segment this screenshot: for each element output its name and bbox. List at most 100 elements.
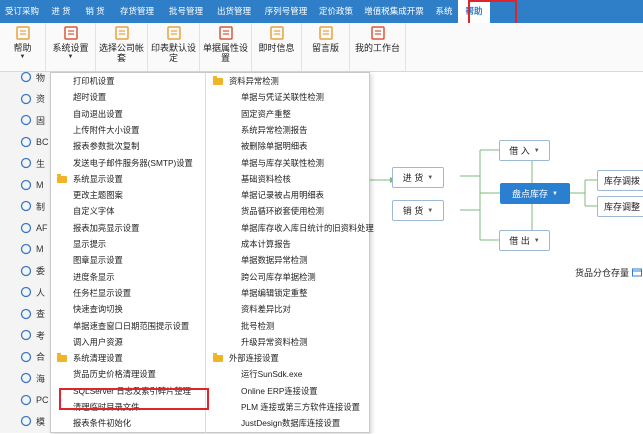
goods-storage-box[interactable]: 货品分仓存量 <box>571 262 643 283</box>
menu-item[interactable]: PLM 连接或第三方软件连接设置 <box>241 401 360 414</box>
menu-item[interactable]: 单据与凭证关联性检测 <box>241 91 324 104</box>
sidebar-item-label: M <box>36 179 44 190</box>
menu-item[interactable]: 快速查询切换 <box>73 303 123 316</box>
menu-item[interactable]: 任务栏显示设置 <box>73 287 131 300</box>
menu-item[interactable]: 成本计算报告 <box>241 238 291 251</box>
menu-item[interactable]: 报表加亮显示设置 <box>73 222 139 235</box>
toolbar-button-label: 印表默认设定 <box>150 43 196 63</box>
menu-item[interactable]: 图章显示设置 <box>73 254 123 267</box>
sidebar-item-13[interactable]: 合 <box>0 346 50 368</box>
toolbar-button-1[interactable]: 系统设置 ▼ <box>46 23 96 71</box>
toolbar-button-3[interactable]: 印表默认设定 <box>148 23 200 71</box>
sidebar-item-10[interactable]: 人 <box>0 281 50 303</box>
toolbar-button-7[interactable]: 我的工作台 <box>350 23 406 71</box>
sidebar-item-6[interactable]: 制 <box>0 195 50 217</box>
menu-item-label: 单据记录被占用明细表 <box>241 190 324 201</box>
sidebar-item-2[interactable]: 固 <box>0 109 50 131</box>
menu-item[interactable]: 显示提示 <box>73 238 106 251</box>
menu-item[interactable]: 跨公司库存单据检测 <box>241 271 316 284</box>
purchase-box[interactable]: 进 货 ▼ <box>392 167 444 188</box>
menu-item[interactable]: 单据库存收入库日统计的旧资料处理 <box>241 222 374 235</box>
sale-label: 销 货 <box>402 206 424 216</box>
toolbar-button-0[interactable]: 帮助 ▼ <box>0 23 46 71</box>
sidebar-item-15[interactable]: PC <box>0 389 50 411</box>
inventory-count-box[interactable]: 盘点库存 ▼ <box>500 183 570 204</box>
menu-item[interactable]: 被删除单据明细表 <box>241 140 307 153</box>
toolbar: 帮助 ▼ 系统设置 ▼ 选择公司帐套 印表默认设定 单据属性设置 即时信息 留言版 我的工作台 <box>0 23 643 72</box>
menu-item[interactable]: JustDesign数据库连接设置 <box>241 417 340 430</box>
toolbar-button-label: 即时信息 <box>258 43 295 53</box>
sidebar-item-0[interactable]: 物 <box>0 66 50 88</box>
sidebar-item-11[interactable]: 查 <box>0 303 50 325</box>
stock-adjust-label: 库存调整 <box>604 202 641 212</box>
menu-item-8[interactable]: 增值税集成开票 <box>358 0 430 23</box>
menu-item-7[interactable]: 定价政策 <box>314 0 358 23</box>
menu-item[interactable]: 资料差异比对 <box>241 303 291 316</box>
toolbar-button-2[interactable]: 选择公司帐套 <box>96 23 148 71</box>
menu-item[interactable]: Online ERP连接设置 <box>241 385 318 398</box>
menu-item-label: 货品循环嵌套使用检测 <box>241 206 324 217</box>
menu-item[interactable]: 固定资产重整 <box>241 108 291 121</box>
toolbar-button-6[interactable]: 留言版 <box>302 23 350 71</box>
menu-item-6[interactable]: 序列号管理 <box>258 0 314 23</box>
sidebar-item-1[interactable]: 资 <box>0 88 50 110</box>
menu-item[interactable]: 基础资料检核 <box>241 173 291 186</box>
menu-item[interactable]: 报表条件初始化 <box>73 417 131 430</box>
menu-item[interactable]: 运行SunSdk.exe <box>241 368 302 381</box>
menu-item[interactable]: 单据编辑锁定重整 <box>241 287 307 300</box>
menu-item[interactable]: 打印机设置 <box>73 75 115 88</box>
menu-item-2[interactable]: 销 货 <box>78 0 112 23</box>
sale-box[interactable]: 销 货 ▼ <box>392 200 444 221</box>
menu-item[interactable]: 升级异常资料检测 <box>241 336 307 349</box>
dropdown-arrow-icon: ▼ <box>19 54 26 60</box>
sidebar-item-7[interactable]: AF <box>0 217 50 239</box>
menu-item-label: 上传附件大小设置 <box>73 124 140 135</box>
settings-table-icon <box>63 26 78 40</box>
menu-item-label: 显示提示 <box>73 239 107 249</box>
stock-adjust-box[interactable]: 库存调整 <box>597 196 643 217</box>
menu-item[interactable]: 上传附件大小设置 <box>73 124 139 137</box>
menu-item-0[interactable]: 受订采购 <box>0 0 44 23</box>
menu-item[interactable]: 自动退出设置 <box>73 108 123 121</box>
sidebar-item-16[interactable]: 模 <box>0 410 50 432</box>
ship-icon <box>20 372 32 384</box>
sidebar-item-4[interactable]: 生 <box>0 152 50 174</box>
menu-item[interactable]: 进度条显示 <box>73 271 115 284</box>
menu-item[interactable]: 超时设置 <box>73 91 106 104</box>
sidebar-item-14[interactable]: 海 <box>0 367 50 389</box>
toolbar-button-4[interactable]: 单据属性设置 <box>200 23 252 71</box>
menu-item[interactable]: 单据记录被占用明细表 <box>241 189 324 202</box>
menu-item[interactable]: 单据速查窗口日期范围提示设置 <box>73 320 189 333</box>
sidebar-item-8[interactable]: M <box>0 238 50 260</box>
sidebar-item-5[interactable]: M <box>0 174 50 196</box>
calculator-icon <box>20 136 32 147</box>
stock-transfer-box[interactable]: 库存调拨 <box>597 170 643 191</box>
menu-item[interactable]: 报表参数批次复制 <box>73 140 139 153</box>
menu-item[interactable]: 单据数据异常检测 <box>241 254 307 267</box>
shuffle-icon <box>20 265 32 276</box>
toolbar-button-label: 留言版 <box>311 43 339 53</box>
menu-item-9[interactable]: 系统 <box>430 0 458 23</box>
menu-item[interactable]: 货品历史价格清理设置 <box>73 368 156 381</box>
menu-item[interactable]: 系统异常检测报告 <box>241 124 307 137</box>
menu-item[interactable]: 自定义字体 <box>73 205 115 218</box>
menu-item-1[interactable]: 进 货 <box>44 0 78 23</box>
borrow-in-box[interactable]: 借 入 ▼ <box>499 140 550 161</box>
menu-item[interactable]: 货品循环嵌套使用检测 <box>241 205 324 218</box>
menu-item[interactable]: 单据与库存关联性检测 <box>241 157 324 170</box>
sidebar-item-12[interactable]: 考 <box>0 324 50 346</box>
menu-item-label: 跨公司库存单据检测 <box>241 271 316 282</box>
menu-item-3[interactable]: 存货管理 <box>112 0 162 23</box>
menu-item[interactable]: 更改主题图案 <box>73 189 123 202</box>
borrow-out-box[interactable]: 借 出 ▼ <box>499 230 550 251</box>
menu-item[interactable]: 批号检测 <box>241 320 274 333</box>
sidebar-item-9[interactable]: 委 <box>0 260 50 282</box>
menu-item[interactable]: 发送电子邮件服务器(SMTP)设置 <box>73 157 193 170</box>
menu-item[interactable]: 调入用户资源 <box>73 336 123 349</box>
toolbar-button-label: 帮助 <box>13 43 32 53</box>
menu-item-4[interactable]: 批号管理 <box>162 0 210 23</box>
search-icon <box>20 308 32 319</box>
toolbar-button-5[interactable]: 即时信息 <box>252 23 302 71</box>
sidebar-item-3[interactable]: BC <box>0 131 50 153</box>
menu-item-5[interactable]: 出货管理 <box>210 0 258 23</box>
